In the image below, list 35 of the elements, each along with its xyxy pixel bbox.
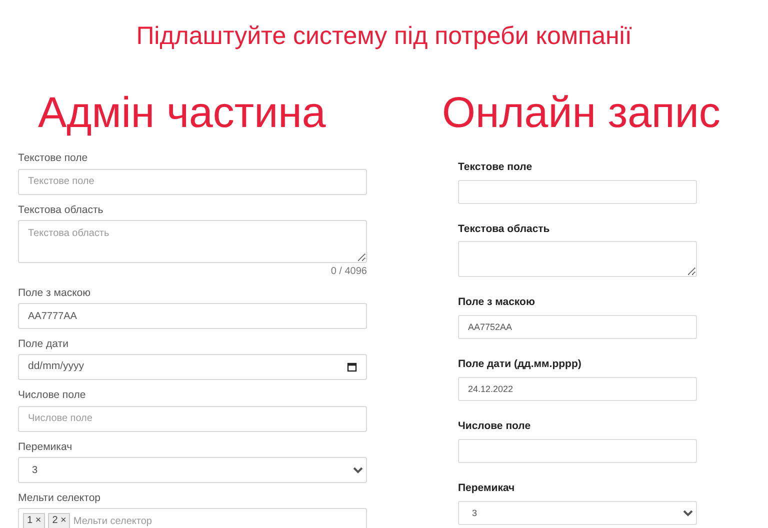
date-placeholder: dd/mm/yyyy bbox=[28, 359, 84, 374]
page-title: Підлаштуйте систему під потреби компанії bbox=[135, 21, 633, 51]
character-counter: 0 / 4096 bbox=[330, 266, 367, 276]
multi-select-placeholder: Мельти селектор bbox=[73, 514, 152, 528]
number-field[interactable]: Числове поле bbox=[18, 406, 367, 432]
field-label: Поле з маскою bbox=[458, 295, 536, 309]
date-field[interactable]: dd/mm/yyyy bbox=[18, 354, 367, 380]
field-label: Поле дати bbox=[18, 337, 70, 351]
section-heading: Онлайн запис bbox=[442, 88, 720, 139]
section-heading: Адмін частина bbox=[38, 88, 326, 139]
field-label: Числове поле bbox=[458, 419, 532, 433]
field-label: Поле з маскою bbox=[18, 286, 92, 300]
field-label: Текстова область bbox=[458, 222, 551, 236]
text-field[interactable]: AA7777AA bbox=[18, 303, 367, 329]
field-label: Текстова область bbox=[18, 202, 104, 216]
text-field[interactable]: Текстове поле bbox=[18, 168, 367, 194]
select-field[interactable]: 3 bbox=[18, 457, 367, 483]
field-label: Перемикач bbox=[458, 481, 516, 495]
select-field[interactable]: 3 bbox=[458, 501, 697, 525]
date-field[interactable]: 24.12.2022 bbox=[458, 377, 697, 401]
text-field[interactable]: AA7752AA bbox=[458, 315, 697, 339]
selected-tag[interactable]: 2 × bbox=[48, 513, 70, 528]
field-label: Поле дати (дд.мм.рррр) bbox=[458, 357, 582, 371]
calendar-icon[interactable] bbox=[347, 362, 357, 372]
field-label: Мельти селектор bbox=[18, 491, 102, 505]
field-label: Текстове поле bbox=[18, 151, 89, 165]
multi-select-field[interactable]: 1 × 2 × Мельти селектор bbox=[18, 508, 367, 528]
text-field[interactable] bbox=[458, 180, 697, 204]
field-label: Числове поле bbox=[18, 388, 87, 402]
field-label: Текстове поле bbox=[458, 160, 534, 174]
field-label: Перемикач bbox=[18, 440, 74, 454]
text-area[interactable] bbox=[458, 241, 697, 277]
number-field[interactable] bbox=[458, 439, 697, 463]
text-area[interactable]: Текстова область bbox=[18, 220, 367, 262]
selected-tag[interactable]: 1 × bbox=[23, 513, 46, 528]
